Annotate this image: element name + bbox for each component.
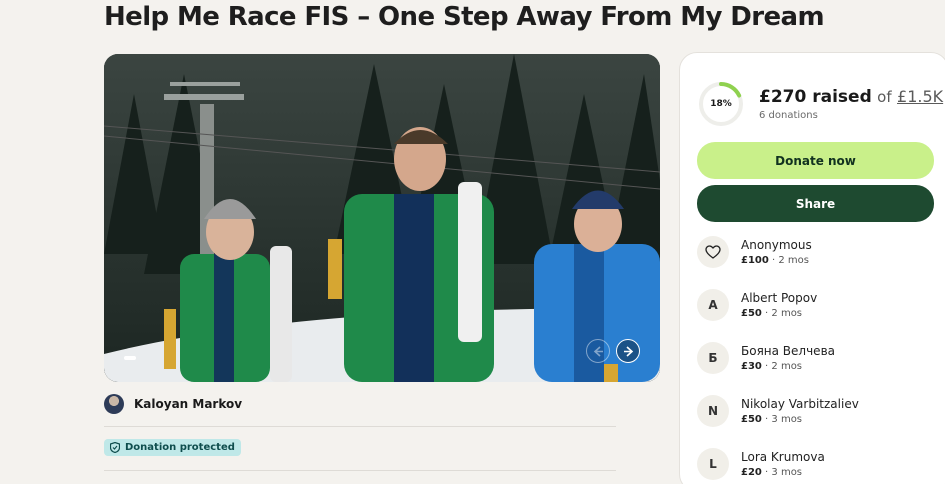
arrow-left-glyph — [593, 345, 603, 357]
donor-item[interactable]: Anonymous £100 · 2 mos — [697, 236, 812, 268]
goal-amount[interactable]: £1.5K — [897, 87, 943, 106]
donor-name: Anonymous — [741, 238, 812, 252]
donor-time: · 2 mos — [768, 255, 809, 266]
shield-icon — [110, 442, 120, 453]
donor-name: Nikolay Varbitzaliev — [741, 397, 859, 411]
donation-count: 6 donations — [759, 110, 818, 121]
donor-time: · 2 mos — [761, 308, 803, 319]
donor-name: Albert Popov — [741, 291, 818, 305]
donor-item[interactable]: Б Бояна Велчева £30 · 2 mos — [697, 342, 835, 374]
donor-amount: £100 — [741, 255, 769, 266]
arrow-left-icon[interactable] — [586, 339, 610, 363]
divider — [104, 470, 616, 471]
campaign-photo[interactable] — [104, 54, 660, 382]
campaign-title: Help Me Race FIS – One Step Away From My… — [104, 2, 825, 32]
donor-name: Бояна Велчева — [741, 344, 835, 358]
donor-amount: £50 — [741, 308, 762, 319]
carousel-dot-active[interactable] — [124, 356, 136, 360]
amount-raised: £270 raised of £1.5K — [759, 87, 943, 107]
carousel-dots — [124, 356, 136, 360]
donor-time: · 3 mos — [761, 414, 803, 425]
organizer[interactable]: Kaloyan Markov — [104, 394, 242, 414]
donation-protected-badge[interactable]: Donation protected — [104, 439, 241, 456]
raised-of: of — [877, 88, 892, 106]
donation-protected-label: Donation protected — [125, 442, 235, 453]
donor-item[interactable]: A Albert Popov £50 · 2 mos — [697, 289, 817, 321]
share-button[interactable]: Share — [697, 185, 934, 222]
donor-amount: £30 — [741, 361, 762, 372]
heart-glyph — [705, 245, 721, 259]
organizer-avatar[interactable] — [104, 394, 124, 414]
donor-avatar: N — [697, 395, 729, 427]
donor-item[interactable]: N Nikolay Varbitzaliev £50 · 3 mos — [697, 395, 859, 427]
heart-hands-icon — [697, 236, 729, 268]
donate-button[interactable]: Donate now — [697, 142, 934, 179]
donor-time: · 2 mos — [761, 361, 803, 372]
donor-name: Lora Krumova — [741, 450, 825, 464]
raised-amount: £270 raised — [759, 87, 872, 107]
donor-amount: £50 — [741, 414, 762, 425]
donor-avatar: L — [697, 448, 729, 480]
donor-avatar: A — [697, 289, 729, 321]
donor-time: · 3 mos — [761, 467, 803, 478]
arrow-right-icon[interactable] — [616, 339, 640, 363]
arrow-right-glyph — [623, 345, 633, 357]
donor-amount: £20 — [741, 467, 762, 478]
progress-percent: 18% — [710, 99, 732, 109]
photo-scene — [104, 54, 660, 382]
donor-item[interactable]: L Lora Krumova £20 · 3 mos — [697, 448, 825, 480]
divider — [104, 426, 616, 427]
donor-avatar: Б — [697, 342, 729, 374]
organizer-name[interactable]: Kaloyan Markov — [134, 397, 242, 411]
